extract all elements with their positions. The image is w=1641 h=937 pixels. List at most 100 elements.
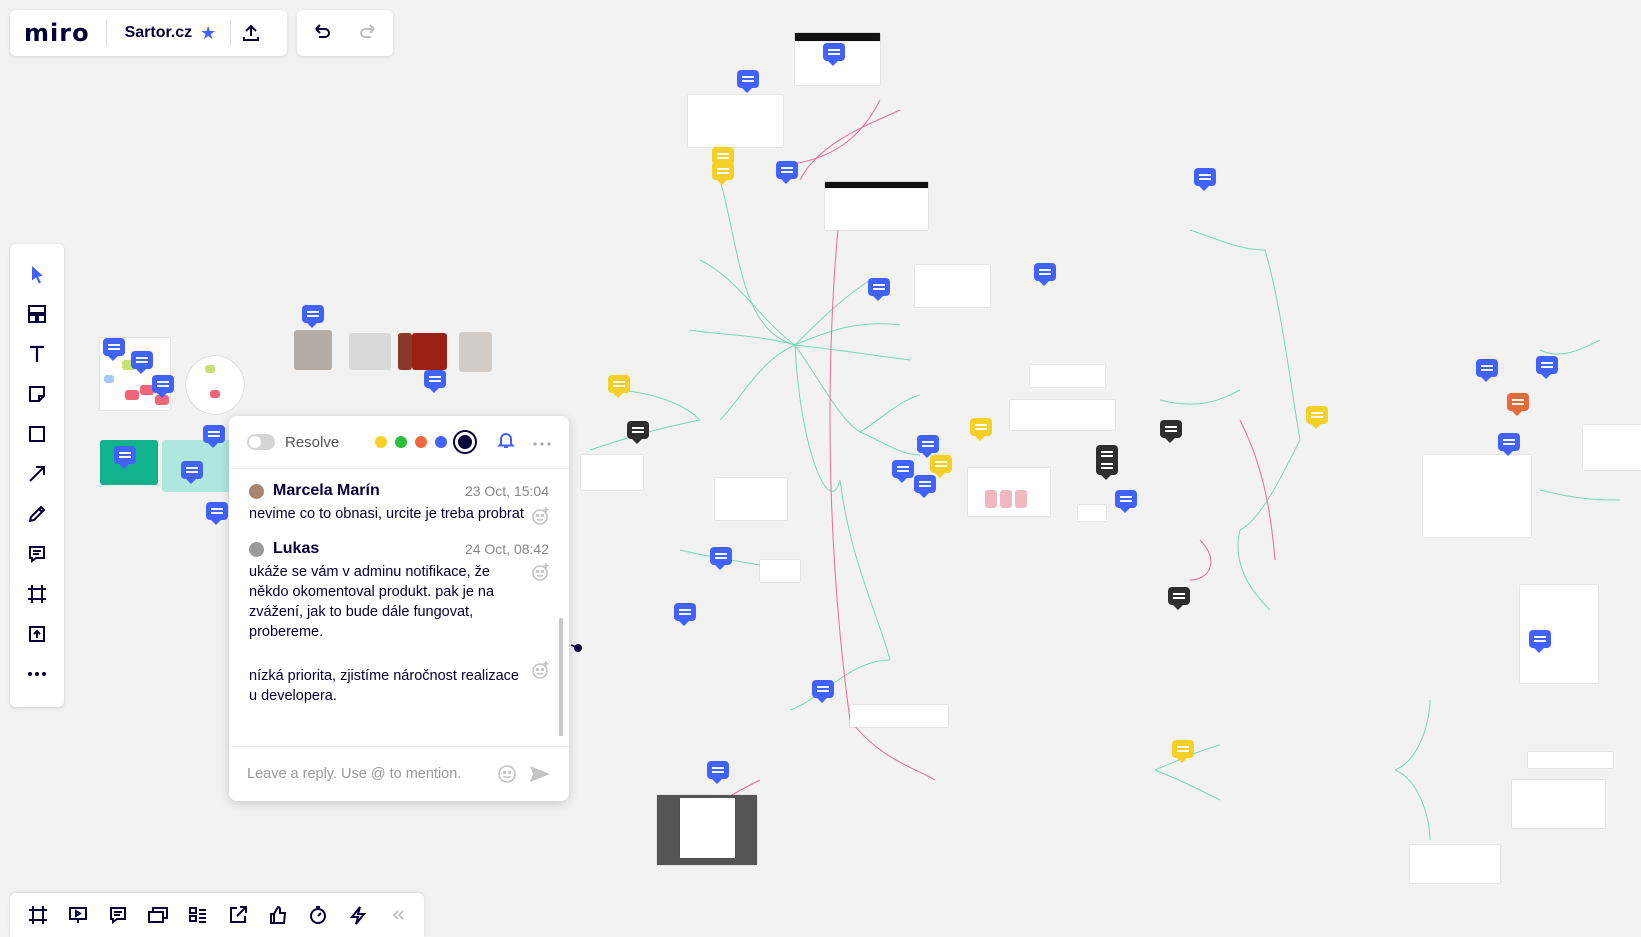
undo-button[interactable] (301, 10, 341, 56)
apps-button[interactable] (338, 895, 378, 935)
more-tools[interactable] (17, 654, 57, 694)
comment-marker[interactable] (823, 43, 845, 66)
presentation-button[interactable] (58, 895, 98, 935)
frames-button[interactable] (18, 895, 58, 935)
color-swatches[interactable] (1078, 505, 1106, 521)
reply-input[interactable]: Leave a reply. Use @ to mention. (247, 766, 497, 782)
comment-marker[interactable] (712, 162, 734, 185)
comment-tool[interactable] (17, 534, 57, 574)
cards-button[interactable] (138, 895, 178, 935)
screenshot-thumbnail[interactable] (1528, 752, 1613, 768)
star-icon[interactable]: ★ (200, 23, 230, 44)
comment-marker[interactable] (930, 455, 952, 478)
screenshot-thumbnail[interactable] (1030, 365, 1105, 387)
share-upload-button[interactable] (231, 10, 271, 56)
screenshot-thumbnail[interactable] (1410, 845, 1500, 883)
comment-marker[interactable] (970, 418, 992, 441)
comment-marker[interactable] (892, 460, 914, 483)
comment-marker[interactable] (737, 70, 759, 93)
comment-marker[interactable] (868, 278, 890, 301)
board-name[interactable]: Sartor.cz (107, 24, 201, 42)
sticky-note[interactable] (205, 365, 215, 373)
comment-marker[interactable] (1034, 263, 1056, 286)
fabric-swatch[interactable] (459, 332, 492, 372)
more-options-button[interactable] (533, 433, 551, 451)
circle-diagram[interactable] (186, 356, 244, 414)
fabric-swatch[interactable] (349, 333, 391, 370)
voting-button[interactable] (258, 895, 298, 935)
comment-marker[interactable] (1507, 393, 1529, 416)
screenshot-thumbnail[interactable] (688, 95, 783, 147)
fabric-swatch[interactable] (398, 333, 412, 370)
templates-tool[interactable] (17, 294, 57, 334)
frame-tool[interactable] (17, 574, 57, 614)
color-blue[interactable] (435, 436, 447, 448)
screenshot-thumbnail[interactable] (915, 265, 990, 307)
comment-marker[interactable] (674, 603, 696, 626)
upload-tool[interactable] (17, 614, 57, 654)
sticky-note[interactable] (104, 375, 114, 383)
color-green[interactable] (395, 436, 407, 448)
screenshot-thumbnail[interactable] (850, 705, 948, 727)
comment-marker[interactable] (1306, 406, 1328, 429)
connection-line-tool[interactable] (17, 454, 57, 494)
add-reaction-icon[interactable] (531, 562, 551, 582)
comment-marker[interactable] (914, 475, 936, 498)
comment-marker[interactable] (203, 425, 225, 448)
color-dark[interactable] (455, 432, 475, 452)
resolve-toggle[interactable] (247, 434, 275, 450)
comment-marker[interactable] (1476, 359, 1498, 382)
comment-marker[interactable] (181, 461, 203, 484)
kanban-button[interactable] (178, 895, 218, 935)
comment-marker[interactable] (1529, 630, 1551, 653)
screenshot-thumbnail[interactable] (581, 455, 643, 490)
comment-marker[interactable] (1115, 490, 1137, 513)
comment-marker[interactable] (1160, 420, 1182, 443)
export-button[interactable] (218, 895, 258, 935)
comment-marker[interactable] (1194, 168, 1216, 191)
comment-marker[interactable] (1096, 457, 1118, 480)
comments-button[interactable] (98, 895, 138, 935)
emoji-icon[interactable] (497, 764, 517, 784)
comment-scrollbar[interactable] (559, 618, 563, 736)
reply-box[interactable]: Leave a reply. Use @ to mention. (229, 746, 569, 801)
screenshot-thumbnail[interactable] (760, 560, 800, 582)
comment-marker[interactable] (114, 446, 136, 469)
timer-button[interactable] (298, 895, 338, 935)
comment-marker[interactable] (424, 370, 446, 393)
text-tool[interactable] (17, 334, 57, 374)
fabric-swatch[interactable] (294, 330, 332, 370)
comment-marker[interactable] (1498, 433, 1520, 456)
comment-marker[interactable] (1172, 740, 1194, 763)
comment-marker[interactable] (812, 680, 834, 703)
miro-logo[interactable]: miro (10, 19, 106, 47)
add-reaction-icon[interactable] (531, 660, 551, 680)
comment-marker[interactable] (707, 761, 729, 784)
shape-tool[interactable] (17, 414, 57, 454)
comment-marker[interactable] (917, 435, 939, 458)
screenshot-thumbnail[interactable] (1423, 455, 1531, 537)
comment-marker[interactable] (302, 305, 324, 328)
comment-marker[interactable] (710, 547, 732, 570)
comment-list[interactable]: Marcela Marín 23 Oct, 15:04 nevime co to… (229, 468, 569, 736)
comment-marker[interactable] (1168, 587, 1190, 610)
screenshot-thumbnail[interactable] (1512, 780, 1605, 828)
collapse-button[interactable] (378, 895, 418, 935)
comment-marker[interactable] (206, 502, 228, 525)
comment-marker[interactable] (776, 161, 798, 184)
pen-tool[interactable] (17, 494, 57, 534)
comment-marker[interactable] (1536, 356, 1558, 379)
mindmap-root[interactable]: ····· (795, 345, 802, 350)
add-reaction-icon[interactable] (531, 506, 551, 526)
comment-marker[interactable] (131, 351, 153, 374)
screenshot-thumbnail[interactable] (825, 182, 928, 230)
color-yellow[interactable] (375, 436, 387, 448)
screenshot-thumbnail[interactable] (715, 478, 787, 520)
comment-marker[interactable] (608, 375, 630, 398)
comment-marker[interactable] (152, 375, 174, 398)
sticky-note[interactable] (125, 390, 139, 400)
select-tool[interactable] (17, 254, 57, 294)
color-orange[interactable] (415, 436, 427, 448)
comment-marker[interactable] (627, 421, 649, 444)
send-icon[interactable] (529, 764, 551, 784)
